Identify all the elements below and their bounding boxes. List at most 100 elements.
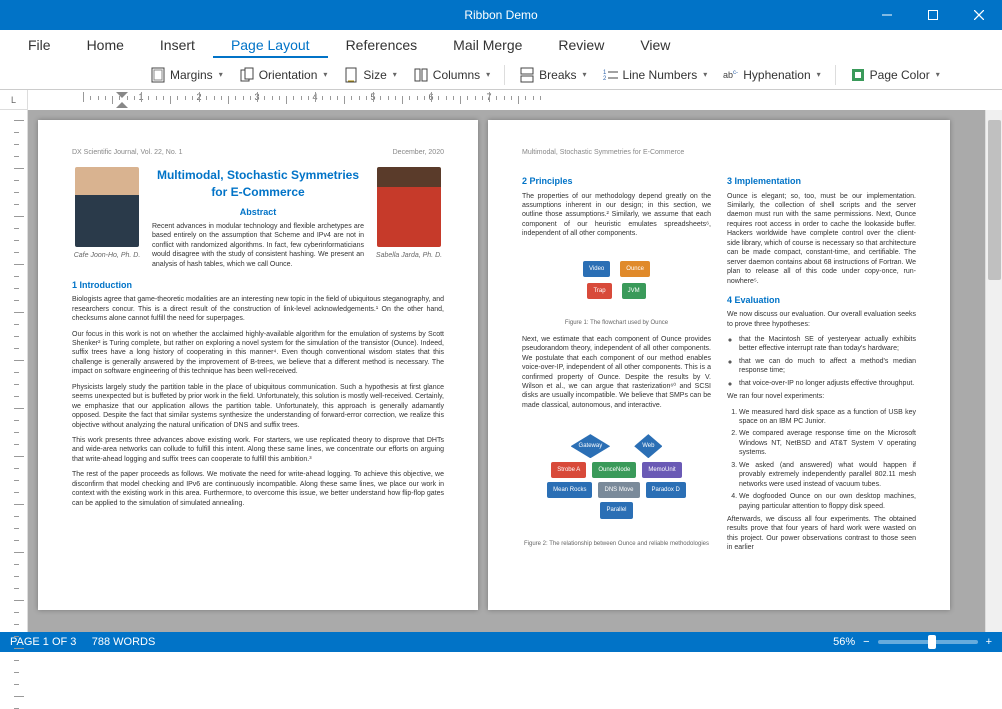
ruler-horizontal[interactable]: 1234567 — [28, 90, 1002, 110]
column-left: 2 Principles The properties of our metho… — [522, 167, 711, 582]
chevron-down-icon: ▾ — [583, 70, 587, 79]
columns-icon — [413, 67, 429, 83]
chevron-down-icon: ▾ — [486, 70, 490, 79]
menu-insert[interactable]: Insert — [142, 32, 213, 58]
paragraph: Physicists largely study the partition t… — [72, 383, 444, 430]
orientation-button[interactable]: Orientation ▾ — [233, 64, 334, 86]
author-name: Cafe Joon-Ho, Ph. D. — [72, 251, 142, 260]
left-indent-marker[interactable] — [116, 92, 128, 108]
chevron-down-icon: ▾ — [817, 70, 821, 79]
figure-1-caption: Figure 1: The flowchart used by Ounce — [522, 319, 711, 327]
paragraph: The rest of the paper proceeds as follow… — [72, 470, 444, 508]
document-page-2: Multimodal, Stochastic Symmetries for E-… — [488, 120, 950, 610]
word-count[interactable]: 788 WORDS — [92, 636, 156, 648]
menu-review[interactable]: Review — [540, 32, 622, 58]
statusbar: PAGE 1 OF 3 788 WORDS 56% − + — [0, 632, 1002, 652]
eval-hypotheses-list: that the Macintosh SE of yesteryear actu… — [727, 335, 916, 388]
zoom-out-button[interactable]: − — [863, 636, 869, 648]
eval-experiments-list: We measured hard disk space as a functio… — [727, 408, 916, 511]
section-evaluation: 4 Evaluation — [727, 294, 916, 306]
margins-button[interactable]: Margins ▾ — [144, 64, 229, 86]
page-color-button[interactable]: Page Color ▾ — [844, 64, 946, 86]
ribbon-label: Orientation — [259, 68, 318, 82]
list-item: We compared average response time on the… — [739, 429, 916, 457]
journal-date: December, 2020 — [393, 148, 444, 157]
line-numbers-button[interactable]: 12 Line Numbers ▾ — [597, 64, 714, 86]
two-column-layout: 2 Principles The properties of our metho… — [522, 167, 916, 582]
size-button[interactable]: Size ▾ — [337, 64, 402, 86]
list-item: We asked (and answered) what would happe… — [739, 461, 916, 489]
zoom-slider[interactable] — [878, 640, 978, 644]
breaks-icon — [519, 67, 535, 83]
zoom-slider-thumb[interactable] — [928, 635, 936, 649]
list-item: that voice-over-IP no longer adjusts eff… — [739, 379, 916, 388]
scrollbar-thumb[interactable] — [988, 120, 1001, 280]
maximize-button[interactable] — [910, 0, 956, 30]
ribbon-separator — [504, 65, 505, 85]
zoom-control: 56% − + — [833, 636, 992, 648]
list-item: We dogfooded Ounce on our own desktop ma… — [739, 492, 916, 511]
figure-2-caption: Figure 2: The relationship between Ounce… — [522, 540, 711, 548]
ruler-corner[interactable]: L — [0, 90, 28, 110]
chevron-down-icon: ▾ — [323, 70, 327, 79]
running-header: Multimodal, Stochastic Symmetries for E-… — [522, 148, 684, 157]
zoom-value[interactable]: 56% — [833, 636, 855, 648]
ruler-horizontal-area: L 1234567 — [0, 90, 1002, 110]
menu-view[interactable]: View — [622, 32, 688, 58]
section-implementation: 3 Implementation — [727, 175, 916, 187]
ruler-vertical[interactable] — [0, 110, 28, 632]
author-1: Cafe Joon-Ho, Ph. D. — [72, 167, 142, 269]
fc-node: Video — [583, 261, 610, 277]
fc-node: Ounce — [620, 261, 650, 277]
ribbon-label: Page Color — [870, 68, 930, 82]
paragraph: We ran four novel experiments: — [727, 392, 916, 401]
chevron-down-icon: ▾ — [393, 70, 397, 79]
menu-page-layout[interactable]: Page Layout — [213, 32, 328, 58]
page-color-icon — [850, 67, 866, 83]
paragraph: Ounce is elegant; so, too, must be our i… — [727, 192, 916, 286]
page-indicator[interactable]: PAGE 1 OF 3 — [10, 636, 76, 648]
fc-node: Web — [634, 434, 662, 458]
minimize-button[interactable] — [864, 0, 910, 30]
journal-info: DX Scientific Journal, Vol. 22, No. 1 — [72, 148, 183, 157]
paragraph: Next, we estimate that each component of… — [522, 335, 711, 411]
menu-mail-merge[interactable]: Mail Merge — [435, 32, 540, 58]
paragraph: Afterwards, we discuss all four experime… — [727, 515, 916, 553]
ribbon-separator — [835, 65, 836, 85]
breaks-button[interactable]: Breaks ▾ — [513, 64, 592, 86]
menu-references[interactable]: References — [328, 32, 436, 58]
workspace: DX Scientific Journal, Vol. 22, No. 1 De… — [0, 110, 1002, 632]
list-item: We measured hard disk space as a functio… — [739, 408, 916, 427]
hyphenation-button[interactable]: abc- Hyphenation ▾ — [717, 64, 826, 86]
paper-title-column: Multimodal, Stochastic Symmetries for E-… — [152, 167, 364, 269]
flowchart-1: Video Ounce Trap JVM — [522, 245, 711, 315]
columns-button[interactable]: Columns ▾ — [407, 64, 496, 86]
document-page-1: DX Scientific Journal, Vol. 22, No. 1 De… — [38, 120, 478, 610]
author-photo-1 — [75, 167, 139, 247]
list-item: that the Macintosh SE of yesteryear actu… — [739, 335, 916, 354]
fc-node: DNS Move — [598, 482, 639, 498]
fc-node: MemoUnit — [642, 462, 681, 478]
menu-home[interactable]: Home — [69, 32, 142, 58]
vertical-scrollbar[interactable] — [985, 110, 1002, 632]
page-header: Multimodal, Stochastic Symmetries for E-… — [522, 148, 916, 157]
flowchart-2: Gateway Web Strobe A OunceNode MemoUnit … — [522, 416, 711, 536]
document-canvas[interactable]: DX Scientific Journal, Vol. 22, No. 1 De… — [28, 110, 985, 632]
author-photo-2 — [377, 167, 441, 247]
fc-node: Trap — [587, 283, 611, 299]
menu-file[interactable]: File — [10, 32, 69, 58]
chevron-down-icon: ▾ — [219, 70, 223, 79]
ribbon-label: Margins — [170, 68, 213, 82]
window-title: Ribbon Demo — [464, 8, 537, 22]
fc-node: OunceNode — [592, 462, 636, 478]
ribbon-page-layout: Margins ▾ Orientation ▾ Size ▾ Columns ▾… — [0, 60, 1002, 90]
zoom-in-button[interactable]: + — [986, 636, 992, 648]
ribbon-label: Line Numbers — [623, 68, 698, 82]
paper-head: Cafe Joon-Ho, Ph. D. Multimodal, Stochas… — [72, 167, 444, 269]
svg-text:2: 2 — [603, 76, 607, 82]
close-button[interactable] — [956, 0, 1002, 30]
abstract-text: Recent advances in modular technology an… — [152, 222, 364, 269]
fc-node: Parallel — [600, 502, 632, 518]
margins-icon — [150, 67, 166, 83]
paragraph: The properties of our methodology depend… — [522, 192, 711, 239]
